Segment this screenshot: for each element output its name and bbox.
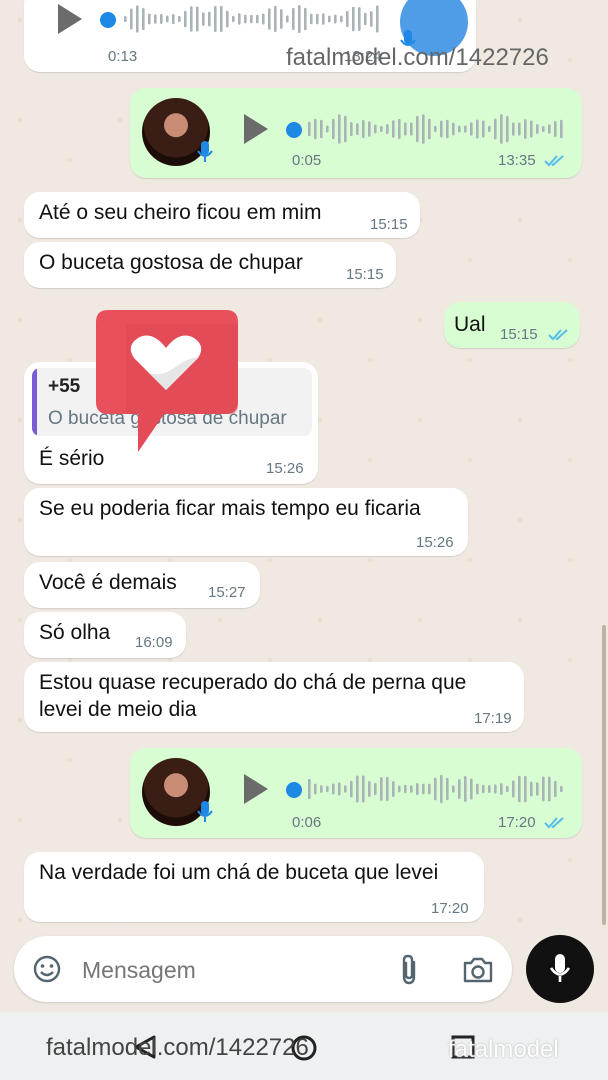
message-incoming[interactable]: Só olha 16:09 (24, 612, 186, 658)
message-input[interactable] (80, 950, 364, 990)
read-ticks-icon (544, 155, 564, 167)
play-icon[interactable] (240, 772, 270, 806)
message-time: 15:15 (500, 326, 538, 343)
message-time: 17:20 (498, 814, 536, 831)
voice-progress-dot[interactable] (286, 122, 302, 138)
message-text: Na verdade foi um chá de buceta que leve… (39, 861, 439, 884)
message-time: 15:15 (370, 216, 408, 233)
voice-waveform (308, 774, 563, 804)
emoji-icon[interactable] (32, 954, 62, 984)
message-text: Ual (454, 313, 486, 336)
quote-bar (32, 368, 37, 436)
message-time: 15:15 (346, 266, 384, 283)
message-time: 16:09 (135, 634, 173, 651)
message-time: 13:35 (498, 152, 536, 169)
read-ticks-icon (548, 329, 568, 341)
voice-duration: 0:13 (108, 48, 138, 65)
message-text: Até o seu cheiro ficou em mim (39, 201, 322, 224)
message-time: 17:19 (474, 710, 512, 727)
quoted-sender: +55 (48, 376, 81, 397)
voice-duration: 0:05 (292, 152, 322, 169)
message-incoming[interactable]: Se eu poderia ficar mais tempo eu ficari… (24, 488, 468, 556)
watermark-top: fatalmodel.com/1422726 (286, 44, 549, 71)
message-outgoing[interactable]: Ual 15:15 (444, 302, 580, 348)
heart-badge-icon (96, 310, 238, 452)
mic-icon (549, 954, 571, 982)
mic-icon (197, 141, 213, 162)
message-incoming[interactable]: Na verdade foi um chá de buceta que leve… (24, 852, 484, 922)
voice-progress-dot[interactable] (100, 12, 116, 28)
watermark-bottom: fatalmodel.com/1422726 (46, 1034, 309, 1061)
message-time: 15:27 (208, 584, 246, 601)
message-time: 15:26 (266, 460, 304, 477)
camera-icon[interactable] (462, 956, 494, 984)
message-incoming[interactable]: Você é demais 15:27 (24, 562, 260, 608)
play-icon[interactable] (240, 112, 270, 146)
play-icon[interactable] (54, 2, 84, 36)
voice-duration: 0:06 (292, 814, 322, 831)
voice-record-button[interactable] (526, 935, 594, 1003)
message-text: Você é demais (39, 571, 177, 594)
attach-icon[interactable] (398, 954, 420, 986)
voice-waveform (308, 114, 563, 144)
message-incoming[interactable]: Até o seu cheiro ficou em mim 15:15 (24, 192, 420, 238)
mic-icon (197, 801, 213, 822)
message-text-line2: levei de meio dia (39, 698, 197, 721)
message-incoming[interactable]: O buceta gostosa de chupar 15:15 (24, 242, 396, 288)
fatalmodel-logo: fatalmodel (448, 1036, 559, 1063)
voice-message-outgoing[interactable]: 0:05 13:35 (130, 88, 582, 178)
voice-waveform (124, 4, 379, 34)
message-incoming[interactable]: Estou quase recuperado do chá de perna q… (24, 662, 524, 732)
message-text: Se eu poderia ficar mais tempo eu ficari… (39, 497, 421, 520)
voice-progress-dot[interactable] (286, 782, 302, 798)
voice-message-outgoing[interactable]: 0:06 17:20 (130, 748, 582, 838)
message-text: Só olha (39, 621, 111, 644)
read-ticks-icon (544, 817, 564, 829)
message-time: 15:26 (416, 534, 454, 551)
message-input-bar[interactable] (14, 936, 512, 1002)
message-text: O buceta gostosa de chupar (39, 251, 303, 274)
message-time: 17:20 (431, 900, 469, 917)
system-nav-bar: fatalmodel.com/1422726 fatalmodel (0, 1012, 608, 1080)
scrollbar[interactable] (602, 625, 606, 925)
message-text-line1: Estou quase recuperado do chá de perna q… (39, 671, 467, 694)
